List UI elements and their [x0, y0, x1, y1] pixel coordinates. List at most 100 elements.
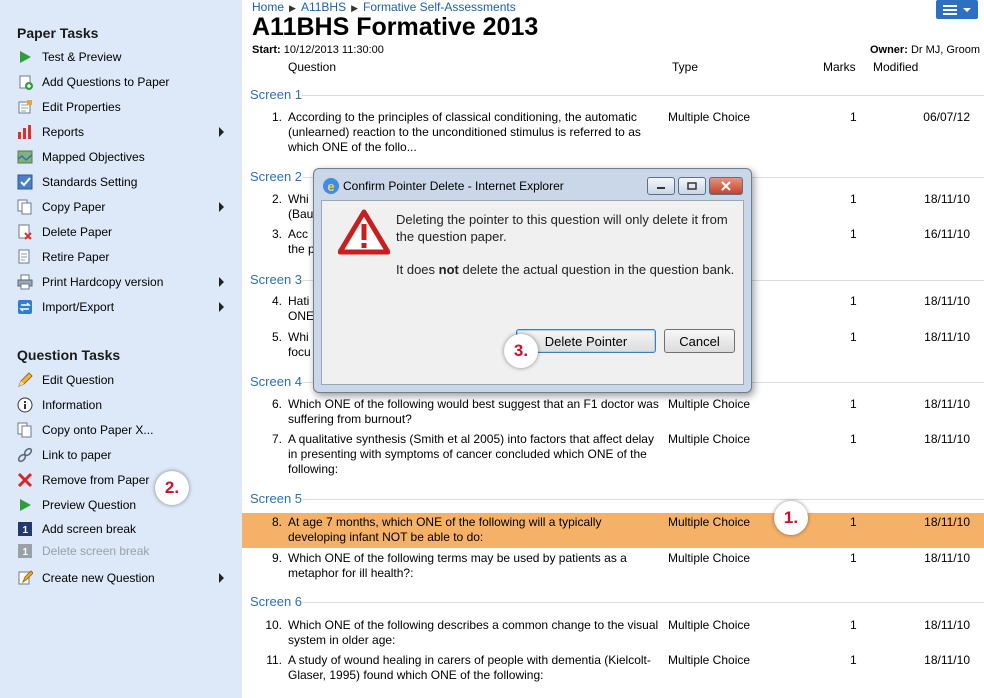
breadcrumb-module[interactable]: A11BHS [301, 0, 346, 14]
warning-icon [338, 209, 390, 255]
question-modified: 18/11/10 [924, 551, 970, 565]
question-marks: 1 [850, 330, 857, 344]
dialog-message-emphasis: not [438, 262, 459, 277]
start-info: Start: 10/12/2013 11:30:00 [252, 44, 384, 56]
import-export-icon [16, 299, 34, 315]
question-marks: 1 [850, 294, 857, 308]
owner-value: Dr MJ, Groom [910, 44, 980, 56]
map-icon [16, 149, 34, 165]
retire-doc-icon [16, 249, 34, 265]
table-row[interactable]: 10. Which ONE of the following describes… [242, 618, 984, 650]
close-button[interactable] [709, 177, 743, 195]
maximize-button[interactable] [678, 177, 706, 195]
sidebar-item-retire-paper[interactable]: Retire Paper [16, 247, 230, 267]
breadcrumb: Home ▶ A11BHS ▶ Formative Self-Assessments [252, 0, 516, 14]
sidebar-item-standards-setting[interactable]: Standards Setting [16, 172, 230, 192]
menu-button[interactable] [936, 0, 978, 19]
submenu-arrow-icon [219, 573, 224, 583]
question-modified: 18/11/10 [924, 653, 970, 667]
cancel-button[interactable]: Cancel [664, 329, 735, 353]
start-value: 10/12/2013 11:30:00 [283, 44, 384, 56]
sidebar-item-label: Standards Setting [42, 175, 138, 189]
sidebar-item-remove-from-paper[interactable]: Remove from Paper [16, 470, 230, 490]
sidebar-item-add-questions[interactable]: Add Questions to Paper [16, 72, 230, 92]
sidebar-item-label: Copy onto Paper X... [42, 423, 154, 437]
sidebar-item-label: Delete screen break [42, 544, 150, 558]
breadcrumb-separator-icon: ▶ [289, 3, 296, 13]
question-text: According to the principles of classical… [288, 110, 641, 154]
question-modified: 18/11/10 [924, 330, 970, 344]
sidebar-item-label: Add Questions to Paper [42, 75, 170, 89]
sidebar-item-link-to-paper[interactable]: Link to paper [16, 445, 230, 465]
screen-break-icon: 1 [16, 521, 34, 537]
sidebar-item-edit-question[interactable]: Edit Question [16, 370, 230, 390]
screen-label: Screen 4 [250, 374, 303, 389]
start-label: Start: [252, 44, 281, 56]
breadcrumb-home[interactable]: Home [252, 0, 284, 14]
question-number: 10. [265, 618, 282, 632]
question-type: Multiple Choice [668, 618, 751, 632]
annotation-badge-1: 1. [774, 501, 808, 535]
sidebar-item-label: Print Hardcopy version [42, 275, 164, 289]
table-row[interactable]: 1. According to the principles of classi… [242, 110, 984, 158]
minimize-button[interactable] [647, 177, 675, 195]
sidebar: Paper Tasks Test & Preview Add Questions… [0, 0, 242, 698]
sidebar-item-label: Information [42, 398, 103, 412]
edit-properties-icon [16, 99, 34, 115]
table-row-selected[interactable]: 8. At age 7 months, which ONE of the fol… [242, 513, 984, 548]
question-number: 3. [271, 227, 282, 241]
question-number: 8. [271, 515, 282, 529]
screen-divider [302, 499, 984, 500]
sidebar-item-test-preview[interactable]: Test & Preview [16, 47, 230, 67]
delete-doc-icon [16, 224, 34, 240]
sidebar-item-label: Test & Preview [42, 50, 122, 64]
question-type: Multiple Choice [668, 551, 751, 565]
question-modified: 18/11/10 [924, 294, 970, 308]
sidebar-item-create-new-question[interactable]: Create new Question [16, 568, 230, 588]
printer-icon [16, 274, 34, 290]
column-header-modified[interactable]: Modified [873, 60, 918, 74]
column-header-type[interactable]: Type [672, 60, 698, 74]
sidebar-item-mapped-objectives[interactable]: Mapped Objectives [16, 147, 230, 167]
question-text: A qualitative synthesis (Smith et al 200… [288, 432, 654, 476]
sidebar-item-import-export[interactable]: Import/Export [16, 297, 230, 317]
sidebar-item-edit-properties[interactable]: Edit Properties [16, 97, 230, 117]
question-number: 2. [271, 192, 282, 206]
sidebar-item-copy-onto-paper[interactable]: Copy onto Paper X... [16, 420, 230, 440]
question-tasks-heading: Question Tasks [17, 347, 121, 363]
sidebar-item-label: Remove from Paper [42, 473, 150, 487]
sidebar-item-reports[interactable]: Reports [16, 122, 230, 142]
dialog-message-text: delete the actual question in the questi… [458, 262, 735, 277]
sidebar-item-delete-paper[interactable]: Delete Paper [16, 222, 230, 242]
screen-label: Screen 6 [250, 594, 303, 609]
table-row[interactable]: 7. A qualitative synthesis (Smith et al … [242, 432, 984, 480]
sidebar-item-add-screen-break[interactable]: 1 Add screen break [16, 519, 230, 539]
paper-tasks-heading: Paper Tasks [17, 25, 99, 41]
question-text: Which ONE of the following terms may be … [288, 551, 627, 580]
annotation-badge-3: 3. [504, 334, 538, 368]
sidebar-item-information[interactable]: Information [16, 395, 230, 415]
breadcrumb-folder[interactable]: Formative Self-Assessments [363, 0, 516, 14]
dialog-message: Deleting the pointer to this question wi… [396, 211, 736, 294]
question-text: Which ONE of the following would best su… [288, 397, 659, 426]
sidebar-item-print-hardcopy[interactable]: Print Hardcopy version [16, 272, 230, 292]
table-row[interactable]: 6. Which ONE of the following would best… [242, 397, 984, 429]
sidebar-item-label: Copy Paper [42, 200, 106, 214]
screen-label: Screen 2 [250, 169, 303, 184]
submenu-arrow-icon [219, 127, 224, 137]
close-icon [721, 181, 731, 191]
dialog-title: Confirm Pointer Delete - Internet Explor… [343, 179, 564, 193]
annotation-badge-2: 2. [155, 471, 189, 505]
breadcrumb-separator-icon: ▶ [351, 3, 358, 13]
column-header-question[interactable]: Question [288, 60, 336, 74]
bar-chart-icon [16, 124, 34, 140]
table-row[interactable]: 9. Which ONE of the following terms may … [242, 551, 984, 583]
sidebar-item-copy-paper[interactable]: Copy Paper [16, 197, 230, 217]
question-modified: 18/11/10 [924, 432, 970, 446]
screen-label: Screen 3 [250, 272, 303, 287]
sidebar-item-preview-question[interactable]: Preview Question [16, 495, 230, 515]
question-marks: 1 [850, 110, 857, 124]
sidebar-item-label: Import/Export [42, 300, 115, 314]
column-header-marks[interactable]: Marks [823, 60, 856, 74]
table-row[interactable]: 11. A study of wound healing in carers o… [242, 653, 984, 685]
